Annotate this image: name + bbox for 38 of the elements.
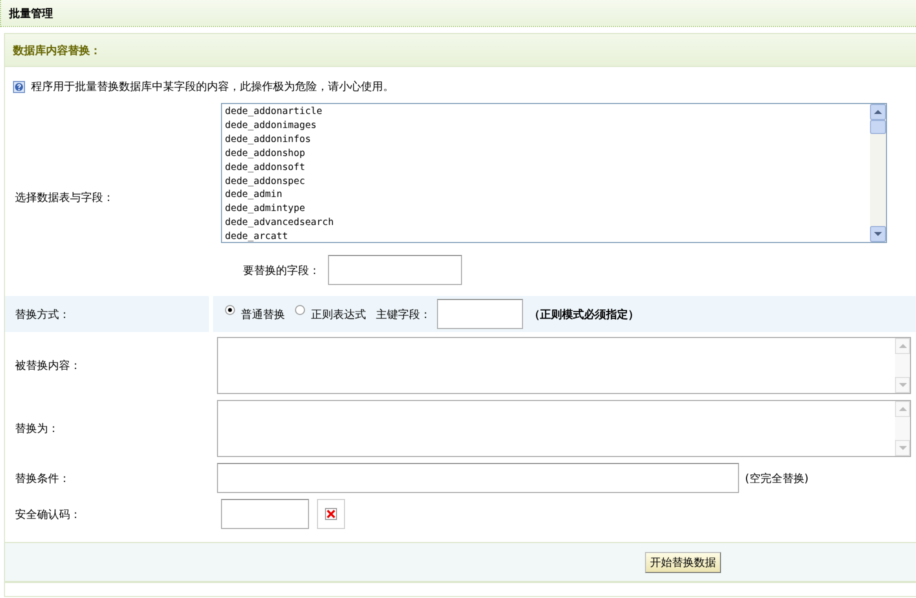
table-list[interactable]: dede_addonarticle dede_addonimages dede_addoninfos dede_addonshop dede_addonsoft dede_addonspec dede_admin dede_admintype dede_advancedsearch dede_arcatt xyxy=(221,103,887,243)
list-item[interactable]: dede_addoninfos xyxy=(225,132,867,147)
hint-text: （正则模式必须指定） xyxy=(529,306,639,322)
scrollbar[interactable] xyxy=(870,104,886,242)
text-area[interactable] xyxy=(217,337,911,394)
section-title: 数据库内容替换： xyxy=(13,42,101,58)
input-field[interactable] xyxy=(437,299,523,329)
field-label: 替换方式： xyxy=(15,306,70,322)
input-field[interactable] xyxy=(221,499,309,529)
field-label: 替换为： xyxy=(15,421,59,436)
notice-text: 程序用于批量替换数据库中某字段的内容，此操作极为危险，请小心使用。 xyxy=(31,79,394,94)
radio-label[interactable]: 普通替换 xyxy=(241,306,285,322)
list-item[interactable]: dede_advancedsearch xyxy=(225,216,867,230)
list-item[interactable]: dede_addonspec xyxy=(225,174,867,188)
list-item[interactable]: dede_admin xyxy=(225,188,867,202)
hint-text: (空完全替换) xyxy=(745,470,809,486)
list-item[interactable]: dede_admintype xyxy=(225,202,867,216)
radio-button[interactable] xyxy=(225,305,235,315)
input-field[interactable] xyxy=(328,255,462,285)
list-item[interactable]: dede_arcatt xyxy=(225,230,867,244)
list-item[interactable]: dede_addonimages xyxy=(225,118,867,133)
input-field[interactable] xyxy=(217,463,739,493)
text-area[interactable] xyxy=(217,400,911,457)
radio-label[interactable]: 正则表达式 xyxy=(311,306,366,322)
list-item[interactable]: dede_addonshop xyxy=(225,146,867,161)
field-label: 替换条件： xyxy=(15,470,70,486)
list-item[interactable]: dede_addonarticle xyxy=(225,105,867,119)
field-label: 主键字段： xyxy=(376,306,431,322)
help-icon xyxy=(13,80,25,92)
broken-image-icon xyxy=(317,499,345,529)
field-label: 被替换内容： xyxy=(15,358,81,373)
start-replace-button[interactable]: 开始替换数据 xyxy=(645,552,721,572)
field-label: 选择数据表与字段： xyxy=(15,190,114,204)
radio-button[interactable] xyxy=(295,305,305,315)
field-label: 要替换的字段： xyxy=(243,262,320,278)
page-title: 批量管理 xyxy=(9,6,53,20)
list-item[interactable]: dede_addonsoft xyxy=(225,160,867,175)
field-label: 安全确认码： xyxy=(15,506,81,522)
